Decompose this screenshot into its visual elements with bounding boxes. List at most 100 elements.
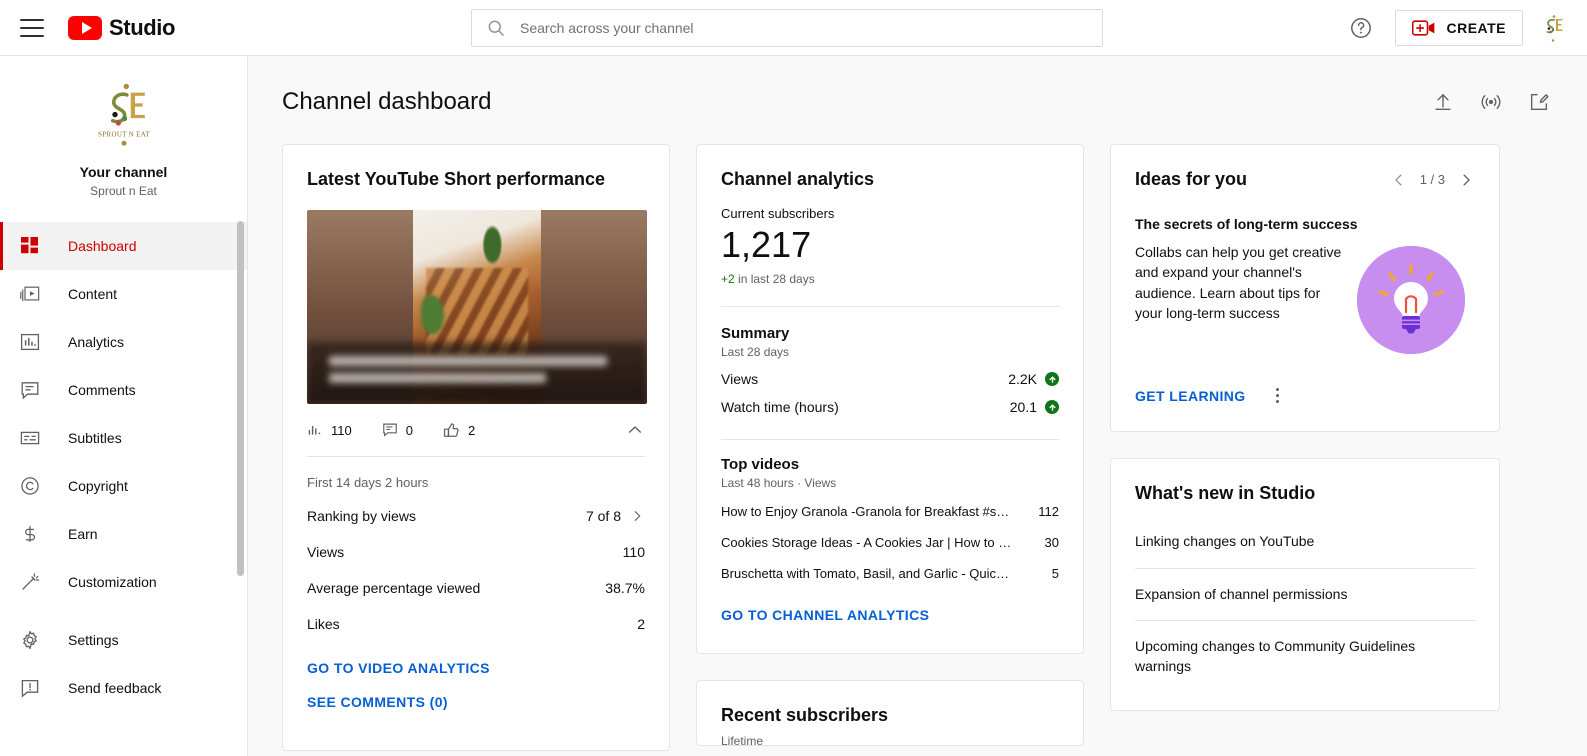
- go-to-channel-analytics-link[interactable]: GO TO CHANNEL ANALYTICS: [721, 607, 1059, 623]
- see-comments-link[interactable]: SEE COMMENTS (0): [307, 694, 645, 710]
- metric-label: Average percentage viewed: [307, 580, 481, 596]
- channel-analytics-card: Channel analytics Current subscribers 1,…: [696, 144, 1084, 655]
- collapse-button[interactable]: [625, 420, 645, 440]
- top-videos-subtitle: Last 48 hours · Views: [721, 476, 837, 491]
- sidebar-item-send-feedback[interactable]: Send feedback: [0, 664, 247, 712]
- summary-value: 2.2K: [1008, 371, 1037, 388]
- short-comments-stat: 0: [382, 422, 413, 438]
- idea-title: The secrets of long-term success: [1135, 216, 1358, 232]
- metric-value: 110: [622, 544, 645, 560]
- metric-label: Ranking by views: [307, 508, 416, 524]
- short-likes-value: 2: [467, 422, 476, 438]
- upload-video-button[interactable]: [1423, 82, 1463, 122]
- short-comments-value: 0: [405, 422, 413, 438]
- metric-value: 2: [637, 616, 645, 632]
- metric-label: Views: [307, 544, 345, 560]
- dashboard-icon: [20, 236, 48, 256]
- sidebar-item-subtitles[interactable]: Subtitles: [0, 414, 247, 462]
- help-button[interactable]: [1341, 8, 1381, 48]
- channel-avatar[interactable]: SPROUT N EAT: [87, 78, 160, 150]
- top-bar-actions: CREATE: [1341, 8, 1587, 48]
- copyright-icon: [20, 476, 48, 496]
- channel-avatar-image: SPROUT N EAT: [87, 78, 160, 150]
- create-video-icon: [1412, 19, 1436, 37]
- latest-short-performance-card: Latest YouTube Short performance 110 0 2…: [282, 144, 670, 751]
- create-button[interactable]: CREATE: [1395, 9, 1523, 46]
- page-header: Channel dashboard: [282, 82, 1559, 122]
- metric-row-views: Views 110: [307, 534, 645, 570]
- go-live-button[interactable]: [1471, 82, 1511, 122]
- summary-title: Summary: [721, 325, 790, 343]
- avatar[interactable]: [1537, 11, 1569, 44]
- create-post-button[interactable]: [1519, 82, 1559, 122]
- sidebar-item-copyright[interactable]: Copyright: [0, 462, 247, 510]
- svg-text:SPROUT N EAT: SPROUT N EAT: [98, 131, 150, 139]
- sidebar-item-customization[interactable]: Customization: [0, 558, 247, 606]
- summary-label: Watch time (hours): [721, 399, 839, 416]
- summary-row-views: Views 2.2K: [721, 359, 1059, 393]
- card-divider: [721, 306, 1059, 308]
- idea-description: Collabs can help you get creative and ex…: [1135, 244, 1342, 321]
- summary-subtitle: Last 28 days: [721, 345, 790, 360]
- earn-icon: [20, 524, 48, 544]
- app-body: SPROUT N EAT Your channel Sprout n Eat D…: [0, 56, 1587, 756]
- ideas-pager: 1 / 3: [1390, 171, 1475, 189]
- next-idea-button[interactable]: [1457, 171, 1475, 189]
- search-input[interactable]: [520, 20, 1088, 36]
- top-video-row[interactable]: Cookies Storage Ideas - A Cookies Jar | …: [721, 527, 1059, 558]
- sidebar-item-earn[interactable]: Earn: [0, 510, 247, 558]
- subscribers-delta-number: +2: [721, 272, 735, 287]
- edit-square-icon: [1528, 91, 1550, 113]
- studio-logo[interactable]: Studio: [68, 15, 175, 41]
- metric-value: 38.7%: [605, 580, 645, 596]
- whats-new-item[interactable]: Linking changes on YouTube: [1135, 516, 1475, 568]
- sidebar-item-comments[interactable]: Comments: [0, 366, 247, 414]
- idea-more-options-icon[interactable]: [1272, 384, 1283, 407]
- subscribers-delta: +2 in last 28 days: [721, 272, 1059, 286]
- previous-idea-button[interactable]: [1390, 171, 1408, 189]
- channel-heading: Your channel: [79, 164, 168, 180]
- channel-block: SPROUT N EAT Your channel Sprout n Eat: [0, 56, 247, 212]
- sidebar-item-label: Settings: [68, 632, 119, 648]
- top-video-views: 112: [1038, 504, 1059, 520]
- summary-label: Views: [721, 371, 759, 388]
- sidebar-scrollbar[interactable]: [237, 221, 244, 576]
- sidebar-item-settings[interactable]: Settings: [0, 616, 247, 664]
- sidebar-item-dashboard[interactable]: Dashboard: [0, 222, 247, 270]
- metric-row-likes: Likes 2: [307, 606, 645, 642]
- whats-new-item[interactable]: Expansion of channel permissions: [1135, 569, 1475, 621]
- feedback-icon: [20, 678, 48, 698]
- subscribers-delta-text: in last 28 days: [734, 272, 815, 287]
- youtube-studio-app: Studio Search across your channel CREATE…: [0, 0, 1587, 756]
- top-video-title: How to Enjoy Granola -Granola for Breakf…: [721, 504, 1015, 520]
- card-title: Channel analytics: [721, 169, 875, 189]
- card-title: What's new in Studio: [1135, 483, 1316, 503]
- sidebar-item-label: Subtitles: [68, 430, 122, 446]
- upload-icon: [1432, 91, 1454, 113]
- metric-row-ranking[interactable]: Ranking by views 7 of 8: [307, 498, 645, 534]
- sidebar-item-analytics[interactable]: Analytics: [0, 318, 247, 366]
- sidebar-item-content[interactable]: Content: [0, 270, 247, 318]
- dashboard-grid: Latest YouTube Short performance 110 0 2…: [282, 144, 1559, 756]
- column-left: Latest YouTube Short performance 110 0 2…: [282, 144, 670, 756]
- short-thumbnail[interactable]: [307, 210, 647, 404]
- comment-icon: [382, 422, 398, 438]
- search-icon: [486, 18, 506, 38]
- top-video-row[interactable]: Bruschetta with Tomato, Basil, and Garli…: [721, 558, 1059, 589]
- sidebar-item-label: Comments: [68, 382, 136, 398]
- whats-new-item[interactable]: Upcoming changes to Community Guidelines…: [1135, 621, 1475, 692]
- search-bar[interactable]: [471, 9, 1103, 47]
- go-to-video-analytics-link[interactable]: GO TO VIDEO ANALYTICS: [307, 660, 645, 676]
- main-content: Channel dashboard Latest YouTube Short p…: [248, 56, 1587, 756]
- idea-body: Collabs can help you get creative and ex…: [1135, 242, 1475, 354]
- short-stats-row: 110 0 2: [307, 420, 645, 440]
- column-middle: Channel analytics Current subscribers 1,…: [696, 144, 1084, 748]
- top-bar: Studio Search across your channel CREATE: [0, 0, 1587, 56]
- get-learning-button[interactable]: GET LEARNING: [1135, 388, 1246, 404]
- current-subscribers-value: 1,217: [721, 224, 812, 265]
- top-video-row[interactable]: How to Enjoy Granola -Granola for Breakf…: [721, 496, 1059, 527]
- gear-icon: [20, 630, 48, 650]
- top-videos-list: How to Enjoy Granola -Granola for Breakf…: [721, 496, 1059, 589]
- short-period-label: First 14 days 2 hours: [307, 475, 429, 490]
- hamburger-icon[interactable]: [20, 18, 44, 37]
